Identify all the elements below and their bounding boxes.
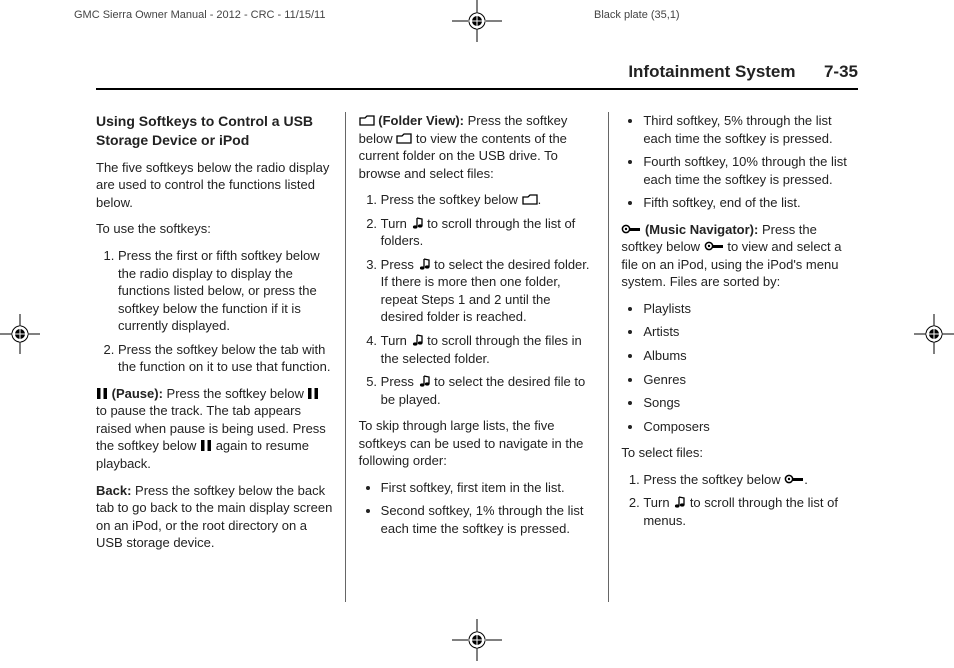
list-item: Turn to scroll through the list of menus… [643, 494, 858, 529]
music-navigator-icon [621, 223, 641, 236]
step-text: Press [381, 257, 414, 272]
crop-header: GMC Sierra Owner Manual - 2012 - CRC - 1… [0, 0, 954, 42]
list-item: Genres [643, 371, 858, 389]
list-item: Albums [643, 347, 858, 365]
content-columns: Using Softkeys to Control a USB Storage … [96, 112, 858, 602]
pause-paragraph: (Pause): Press the softkey below to paus… [96, 385, 333, 473]
music-note-icon [673, 496, 686, 509]
folder-label: (Folder View): [378, 113, 464, 128]
list-item: Third softkey, 5% through the list each … [643, 112, 858, 147]
back-text: Press the softkey below the back tab to … [96, 483, 332, 551]
list-item: Press to select the desired folder. If t… [381, 256, 596, 326]
step-text: . [804, 472, 808, 487]
crop-footer [0, 617, 954, 661]
page-body: Infotainment System 7-35 Using Softkeys … [96, 62, 858, 602]
navigator-label: (Music Navigator): [645, 222, 758, 237]
pause-text-a: Press the softkey below [167, 386, 304, 401]
pause-label: (Pause): [112, 386, 163, 401]
navigator-paragraph: (Music Navigator): Press the softkey bel… [621, 221, 858, 291]
music-note-icon [418, 375, 431, 388]
list-item: Second softkey, 1% through the list each… [381, 502, 596, 537]
crop-text-left: GMC Sierra Owner Manual - 2012 - CRC - 1… [74, 9, 325, 21]
list-item: Fourth softkey, 10% through the list eac… [643, 153, 858, 188]
folder-icon [359, 114, 375, 127]
step-text: Turn [381, 216, 407, 231]
back-label: Back: [96, 483, 131, 498]
header-title: Infotainment System [628, 62, 795, 81]
step-text: Turn [643, 495, 669, 510]
pause-icon [200, 439, 212, 452]
pause-icon [307, 387, 319, 400]
pause-icon [96, 387, 108, 400]
music-note-icon [411, 217, 424, 230]
folder-icon [522, 193, 538, 206]
list-item: Turn to scroll through the files in the … [381, 332, 596, 367]
list-item: Press the first or fifth softkey below t… [118, 247, 333, 335]
list-item: Turn to scroll through the list of folde… [381, 215, 596, 250]
step-text: Press the softkey below [381, 192, 518, 207]
list-item: Press to select the desired file to be p… [381, 373, 596, 408]
registration-mark-right-icon [914, 314, 954, 354]
list-item: Playlists [643, 300, 858, 318]
select-steps-list: Press the softkey below . Turn to scroll… [621, 471, 858, 530]
music-navigator-icon [704, 240, 724, 253]
list-item: Press the softkey below . [643, 471, 858, 489]
music-note-icon [411, 334, 424, 347]
list-item: Songs [643, 394, 858, 412]
intro-paragraph-1: The five softkeys below the radio displa… [96, 159, 333, 212]
crop-text-right: Black plate (35,1) [594, 9, 680, 21]
list-item: Composers [643, 418, 858, 436]
use-softkeys-list: Press the first or fifth softkey below t… [96, 247, 333, 376]
step-text: Turn [381, 333, 407, 348]
step-text: Press [381, 374, 414, 389]
folder-icon [396, 132, 412, 145]
skip-intro: To skip through large lists, the five so… [359, 417, 596, 470]
list-item: Fifth softkey, end of the list. [643, 194, 858, 212]
list-item: Artists [643, 323, 858, 341]
list-item: First softkey, first item in the list. [381, 479, 596, 497]
section-heading: Using Softkeys to Control a USB Storage … [96, 112, 333, 150]
folder-paragraph: (Folder View): Press the softkey below t… [359, 112, 596, 182]
music-note-icon [418, 258, 431, 271]
registration-mark-icon [452, 619, 502, 661]
list-item: Press the softkey below . [381, 191, 596, 209]
registration-mark-left-icon [0, 314, 40, 354]
step-text: Press the softkey below [643, 472, 780, 487]
back-paragraph: Back: Press the softkey below the back t… [96, 482, 333, 552]
select-intro: To select files: [621, 444, 858, 462]
registration-mark-icon [452, 0, 502, 42]
list-item: Press the softkey below the tab with the… [118, 341, 333, 376]
music-navigator-icon [784, 473, 804, 486]
page-header: Infotainment System 7-35 [96, 62, 858, 90]
header-page-number: 7-35 [824, 62, 858, 81]
nav-categories-list: Playlists Artists Albums Genres Songs Co… [621, 300, 858, 435]
folder-steps-list: Press the softkey below . Turn to scroll… [359, 191, 596, 408]
step-text: . [538, 192, 542, 207]
intro-paragraph-2: To use the softkeys: [96, 220, 333, 238]
